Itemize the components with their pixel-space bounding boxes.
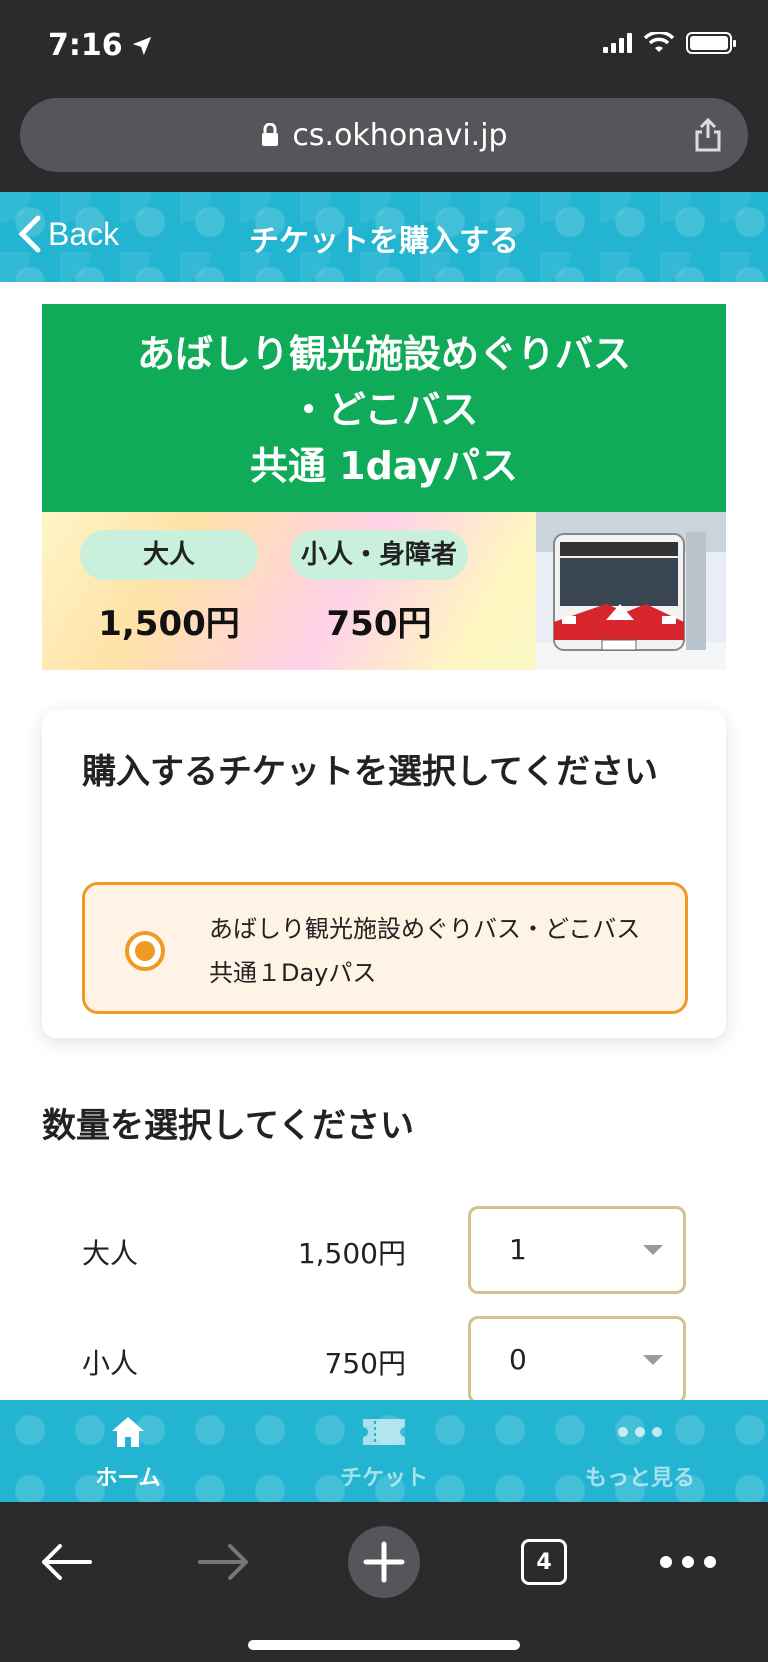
app-bottom-nav: ホーム チケット もっと見る	[0, 1400, 768, 1502]
quantity-row-adult: 大人 1,500円 1	[0, 1206, 768, 1294]
lock-icon	[260, 123, 280, 147]
banner-title: あばしり観光施設めぐりバス ・どこバス 共通 1dayパス	[42, 304, 726, 512]
banner-title-line2: ・どこバス	[289, 388, 479, 432]
status-bar: 7:16	[0, 0, 768, 90]
nav-ticket-label: チケット	[339, 1466, 428, 1491]
quantity-row-price: 1,500円	[297, 1237, 406, 1270]
page-title: チケットを購入する	[249, 224, 519, 259]
nav-more[interactable]: もっと見る	[540, 1410, 740, 1492]
ticket-option[interactable]: あばしり観光施設めぐりバス・どこバス共通１Dayパス	[82, 882, 688, 1014]
select-value: 0	[509, 1343, 527, 1376]
nav-home-label: ホーム	[95, 1466, 161, 1491]
location-arrow-icon	[132, 36, 151, 55]
url-text: cs.okhonavi.jp	[292, 117, 508, 153]
home-icon	[28, 1410, 228, 1454]
more-dots-icon	[540, 1410, 740, 1454]
adult-price: 1,500円	[98, 604, 240, 644]
ticket-select-heading: 購入するチケットを選択してください	[82, 752, 658, 792]
bus-photo	[536, 512, 726, 670]
quantity-row-name: 大人	[82, 1237, 139, 1270]
chevron-down-icon	[643, 1245, 663, 1255]
child-quantity-select[interactable]: 0	[468, 1316, 686, 1400]
child-price: 750円	[326, 604, 432, 644]
ticket-icon	[284, 1410, 484, 1454]
status-time: 7:16	[48, 28, 153, 63]
browser-back-button[interactable]	[26, 1522, 106, 1602]
wifi-icon	[644, 32, 674, 52]
nav-more-label: もっと見る	[584, 1466, 695, 1491]
banner-title-line1: あばしり観光施設めぐりバス	[136, 332, 631, 376]
battery-icon	[686, 32, 736, 54]
ticket-banner: あばしり観光施設めぐりバス ・どこバス 共通 1dayパス 大人 小人・身障者 …	[42, 304, 726, 670]
ellipsis-icon	[660, 1556, 716, 1568]
nav-ticket[interactable]: チケット	[284, 1410, 484, 1492]
app-header: Back チケットを購入する	[0, 192, 768, 282]
quantity-heading: 数量を選択してください	[42, 1106, 414, 1146]
clock: 7:16	[48, 28, 123, 63]
plus-icon	[348, 1526, 420, 1598]
more-menu-button[interactable]	[648, 1522, 728, 1602]
cellular-signal-icon	[603, 33, 632, 53]
address-bar[interactable]: cs.okhonavi.jp	[20, 98, 748, 172]
radio-selected-icon[interactable]	[125, 931, 165, 971]
home-indicator	[248, 1640, 520, 1650]
browser-toolbar: 4	[0, 1502, 768, 1662]
arrow-right-icon	[198, 1544, 248, 1580]
banner-prices: 大人 小人・身障者 1,500円 750円	[42, 512, 726, 670]
tabs-button[interactable]: 4	[504, 1522, 584, 1602]
new-tab-button[interactable]	[344, 1522, 424, 1602]
ticket-option-label: あばしり観光施設めぐりバス・どこバス共通１Dayパス	[209, 915, 641, 987]
quantity-row-child: 小人 750円 0	[0, 1316, 768, 1400]
share-icon[interactable]	[694, 117, 722, 160]
adult-badge: 大人	[80, 530, 258, 580]
chevron-down-icon	[643, 1355, 663, 1365]
quantity-row-price: 750円	[324, 1347, 406, 1380]
select-value: 1	[509, 1233, 527, 1266]
nav-home[interactable]: ホーム	[28, 1410, 228, 1492]
arrow-left-icon	[42, 1544, 92, 1580]
tabs-icon: 4	[521, 1539, 567, 1585]
banner-title-line3: 共通 1dayパス	[249, 444, 519, 488]
main-content: あばしり観光施設めぐりバス ・どこバス 共通 1dayパス 大人 小人・身障者 …	[0, 282, 768, 1400]
browser-forward-button[interactable]	[184, 1522, 264, 1602]
adult-quantity-select[interactable]: 1	[468, 1206, 686, 1294]
ticket-select-card: 購入するチケットを選択してください あばしり観光施設めぐりバス・どこバス共通１D…	[42, 710, 726, 1038]
child-badge: 小人・身障者	[290, 530, 468, 580]
status-icons	[603, 32, 736, 54]
quantity-row-name: 小人	[82, 1347, 139, 1380]
